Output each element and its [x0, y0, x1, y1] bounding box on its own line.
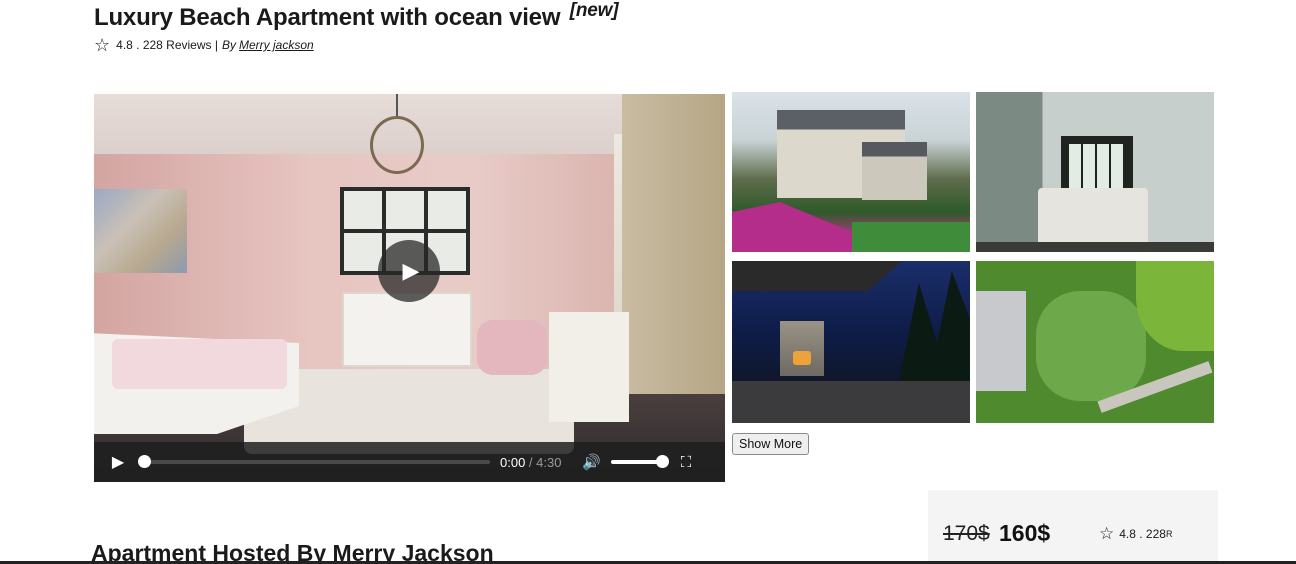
photo-bed [1038, 188, 1148, 248]
volume-icon[interactable]: 🔊 [582, 453, 601, 471]
volume-knob[interactable] [655, 455, 669, 468]
video-frame-shelf [549, 312, 629, 422]
seek-bar[interactable] [138, 455, 490, 468]
play-button[interactable]: ▶ [108, 452, 128, 472]
photo-patio-floor [732, 381, 970, 423]
photo-fireplace [780, 321, 824, 376]
photo-patio-night[interactable] [732, 261, 970, 423]
fullscreen-icon[interactable]: ⛶ [681, 454, 692, 471]
current-time: 0:00 [500, 454, 526, 470]
volume-slider[interactable] [610, 455, 669, 468]
photo-trees [897, 271, 970, 391]
time-display: 0:00 / 4:30 [500, 455, 572, 470]
seek-knob[interactable] [138, 455, 151, 468]
video-controls: ▶ 0:00 / 4:30 🔊 ⛶ [94, 442, 725, 482]
video-frame-cord [396, 94, 398, 118]
photo-garden-trees [1136, 261, 1214, 351]
new-price: 160$ [999, 520, 1051, 546]
photo-house-exterior[interactable] [732, 92, 970, 252]
video-frame-armchair [477, 320, 547, 375]
card-rating-suffix: R [1165, 529, 1173, 539]
photo-garden-lawn [1036, 291, 1146, 401]
card-rating-text: 4.8 . 228 [1119, 527, 1166, 541]
video-frame-bed-cover [112, 339, 287, 389]
photo-flowers [732, 202, 852, 252]
video-player[interactable]: ▶ ▶ 0:00 / 4:30 🔊 ⛶ [94, 94, 725, 482]
play-overlay-button[interactable]: ▶ [378, 240, 440, 302]
time-separator: / [525, 454, 537, 470]
video-frame-door [622, 94, 725, 444]
by-label: By [221, 38, 236, 52]
total-time: 4:30 [536, 454, 562, 470]
photo-floor [976, 242, 1214, 252]
star-icon: ☆ [94, 35, 111, 55]
photo-lawn [852, 222, 970, 252]
price-card: 170$ 160$ ☆ 4.8 . 228 R [928, 490, 1218, 564]
photo-garden-aerial[interactable] [976, 261, 1214, 423]
rating-reviews: 4.8 . 228 Reviews | [116, 38, 218, 52]
photo-patio-roof [732, 261, 902, 291]
card-rating: ☆ 4.8 . 228 R [1099, 524, 1172, 544]
star-icon: ☆ [1099, 524, 1115, 543]
video-frame-painting [94, 189, 187, 273]
listing-meta: ☆ 4.8 . 228 Reviews | By Merry jackson [94, 36, 314, 54]
listing-title-text: Luxury Beach Apartment with ocean view [94, 4, 561, 31]
old-price: 170$ [943, 522, 990, 545]
video-frame-chandelier [370, 116, 424, 174]
new-tag: [new] [569, 0, 619, 21]
photo-rooftops [976, 291, 1026, 391]
show-more-button[interactable]: Show More [732, 433, 810, 455]
listing-title: Luxury Beach Apartment with ocean view [… [94, 0, 619, 32]
video-frame-dresser [342, 292, 472, 367]
photo-house-wing [862, 142, 927, 200]
host-link[interactable]: Merry jackson [239, 38, 314, 52]
photo-bedroom[interactable] [976, 92, 1214, 252]
